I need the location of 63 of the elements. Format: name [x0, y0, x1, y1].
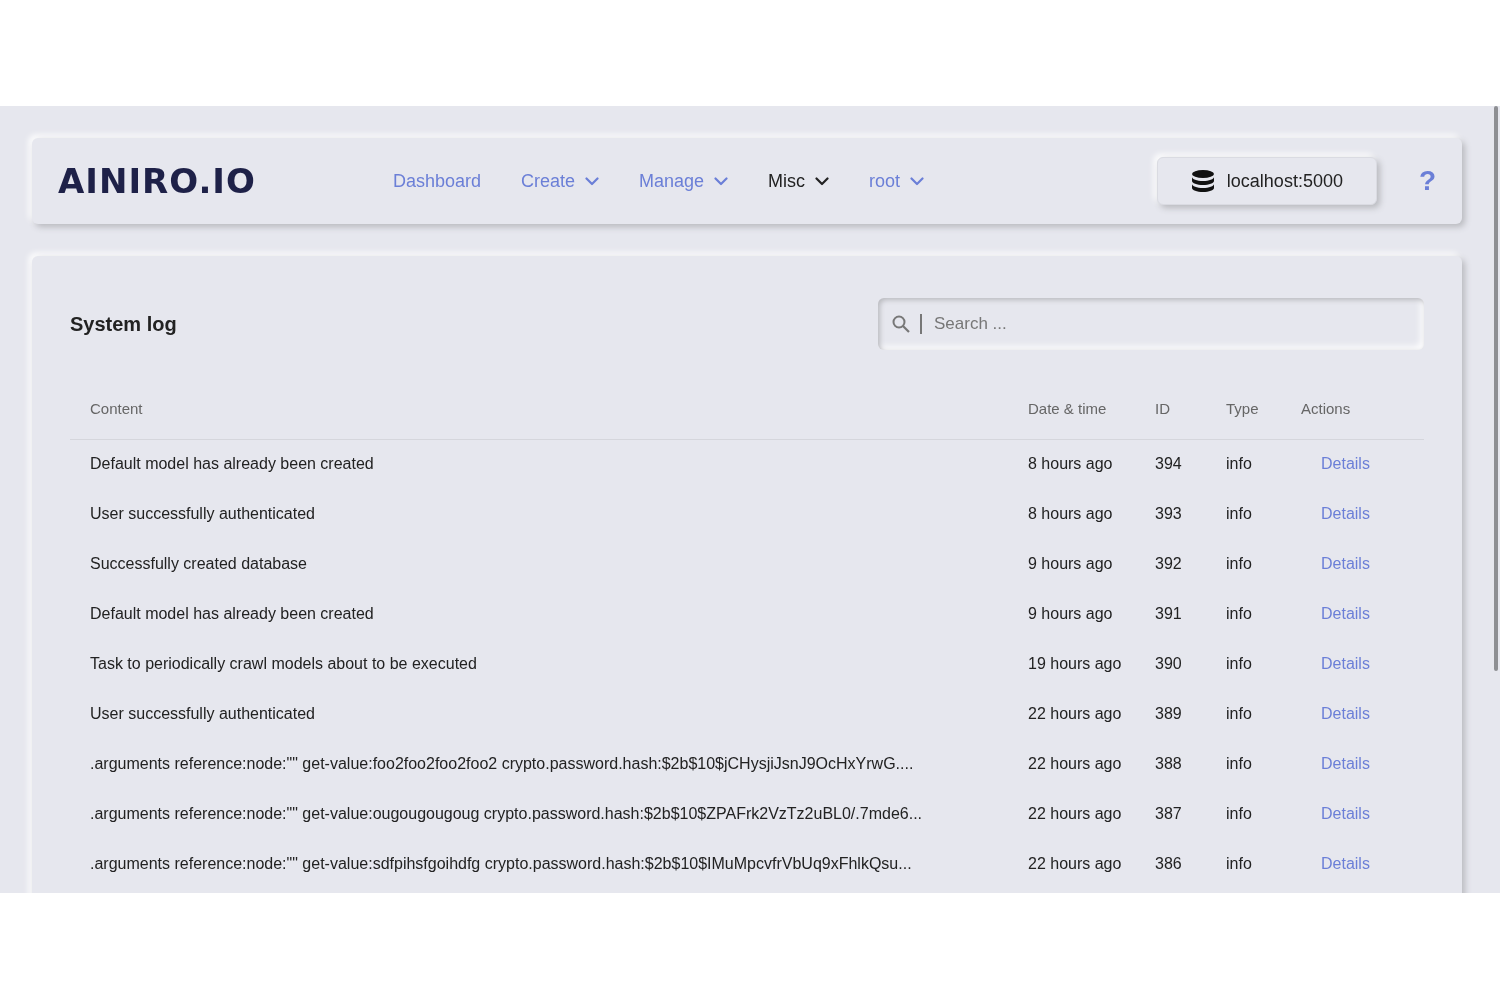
database-icon	[1190, 169, 1215, 193]
logo: AINIRO.IO	[58, 164, 256, 198]
table-cell-text: info	[1225, 504, 1253, 524]
table-cell: 394	[1135, 439, 1206, 489]
table-cell-text: 22 hours ago	[1027, 804, 1123, 824]
details-link[interactable]: Details	[1321, 455, 1370, 473]
table-cell-text: 389	[1154, 704, 1183, 724]
table-cell-text: .arguments reference:node:"" get-value:sdfpihsfgoihdfg crypto.password.hash:$2b$10$IMuMpcvfrVbUq9xFhlkQsu...	[89, 854, 913, 874]
table-cell-text: 392	[1154, 554, 1183, 574]
table-cell-text: info	[1225, 654, 1253, 674]
table-cell: 8 hours ago	[1008, 439, 1135, 489]
table-cell-text: 390	[1154, 654, 1183, 674]
table-cell: info	[1206, 439, 1281, 489]
table-cell-text: 22 hours ago	[1027, 754, 1123, 774]
column-header: Actions	[1281, 388, 1424, 439]
table-cell-text: User successfully authenticated	[89, 704, 316, 724]
details-link[interactable]: Details	[1321, 805, 1370, 822]
table-cell-text: 393	[1154, 504, 1183, 524]
search-icon	[892, 315, 910, 333]
table-cell-text: 22 hours ago	[1027, 704, 1123, 724]
scrollbar-thumb[interactable]	[1494, 106, 1498, 671]
column-header: ID	[1135, 388, 1206, 439]
table-cell-text: .arguments reference:node:"" get-value:foo2foo2foo2foo2 crypto.password.hash:$2b$10$jCHysjiJsnJ9OcHxYrwG....	[89, 754, 915, 774]
column-header: Type	[1206, 388, 1281, 439]
table-cell-text: 391	[1154, 604, 1183, 624]
table-cell-text: Default model has already been created	[89, 604, 375, 624]
table-cell-text: User successfully authenticated	[89, 504, 316, 524]
table-cell-text: 9 hours ago	[1027, 554, 1114, 574]
nav-link[interactable]: Dashboard	[392, 167, 481, 195]
table-cell-text: 22 hours ago	[1027, 854, 1123, 874]
table-cell-text: 9 hours ago	[1027, 604, 1114, 624]
details-link[interactable]: Details	[1321, 555, 1370, 572]
details-link[interactable]: Details	[1321, 855, 1370, 872]
nav-link[interactable]: Create	[520, 167, 599, 195]
table-cell-text: .arguments reference:node:"" get-value:ougougougoug crypto.password.hash:$2b$10$ZPAFrk2VzTz2uBL0/.7mde6...	[89, 804, 923, 824]
search-field[interactable]: Search ...	[878, 298, 1424, 350]
column-header: Date & time	[1008, 388, 1135, 439]
nav-link[interactable]: root	[869, 167, 925, 195]
table-cell-text: 386	[1154, 854, 1183, 874]
table-cell-text: info	[1225, 854, 1253, 874]
table-cell-text: info	[1225, 704, 1253, 724]
nav-link[interactable]: Manage	[639, 167, 729, 195]
table-cell-text: 19 hours ago	[1027, 654, 1123, 674]
table-cell-text: info	[1225, 554, 1253, 574]
details-link[interactable]: Details	[1321, 755, 1370, 772]
details-link[interactable]: Details	[1321, 605, 1370, 622]
details-link[interactable]: Details	[1321, 505, 1370, 522]
details-link[interactable]: Details	[1321, 655, 1370, 672]
table-cell-text: info	[1225, 754, 1253, 774]
table-cell-text: info	[1225, 804, 1253, 824]
table-cell-text: info	[1225, 604, 1253, 624]
help-button[interactable]: ?	[1418, 167, 1436, 195]
table-cell-text: 388	[1154, 754, 1183, 774]
nav-link[interactable]: Misc	[768, 167, 830, 195]
page-title: System log	[70, 312, 177, 336]
table-cell-text: Successfully created database	[89, 554, 308, 574]
table-cell-text: 387	[1154, 804, 1183, 824]
table-cell: Default model has already been created	[70, 439, 1008, 489]
table-cell-text: 8 hours ago	[1027, 504, 1114, 524]
server-button[interactable]: localhost:5000	[1156, 157, 1377, 205]
column-header: Content	[70, 388, 1008, 439]
details-link[interactable]: Details	[1321, 705, 1370, 722]
table-cell-text: Task to periodically crawl models about to be executed	[89, 654, 478, 674]
